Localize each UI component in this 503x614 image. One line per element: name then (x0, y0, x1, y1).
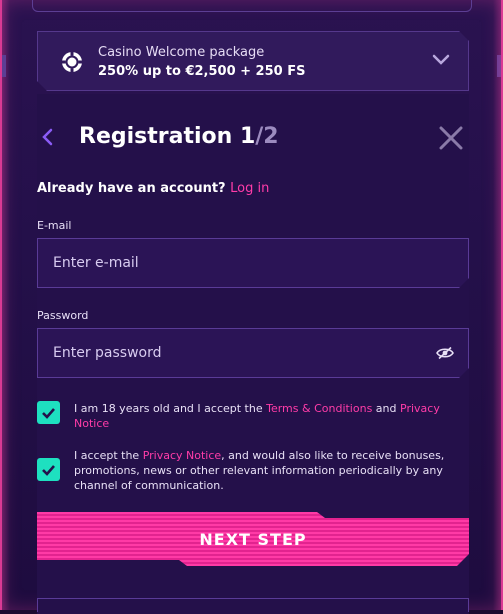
password-placeholder: Enter password (53, 345, 162, 361)
left-tick-decoration (2, 55, 6, 77)
login-prompt: Already have an account? Log in (37, 181, 270, 196)
checkmark-icon (42, 464, 55, 476)
casino-chip-icon (61, 51, 83, 73)
email-input[interactable]: Enter e-mail (37, 238, 469, 288)
page-title: Registration 1/2 (79, 124, 279, 149)
privacy-notice-link-2[interactable]: Privacy Notice (143, 449, 221, 462)
eye-slash-icon[interactable] (436, 346, 454, 360)
close-icon[interactable] (438, 125, 464, 151)
chevron-down-icon[interactable] (432, 54, 450, 66)
password-label: Password (37, 309, 89, 322)
login-link[interactable]: Log in (230, 181, 269, 196)
right-tick-decoration (497, 55, 501, 77)
top-notch-decoration (32, 0, 472, 12)
email-placeholder: Enter e-mail (53, 255, 139, 271)
next-step-button[interactable]: NEXT STEP (37, 512, 469, 566)
bonus-offer: 250% up to €2,500 + 250 FS (98, 64, 306, 79)
back-arrow-icon[interactable] (40, 126, 54, 148)
age-consent-checkbox[interactable] (37, 401, 60, 424)
marketing-consent-text: I accept the Privacy Notice, and would a… (74, 449, 445, 492)
password-input[interactable]: Enter password (37, 328, 469, 378)
bonus-subtitle: Casino Welcome package (98, 45, 265, 60)
age-consent-text: I am 18 years old and I accept the Terms… (74, 402, 440, 430)
welcome-bonus-dropdown[interactable]: Casino Welcome package 250% up to €2,500… (37, 31, 469, 91)
marketing-consent-checkbox[interactable] (37, 458, 60, 481)
email-label: E-mail (37, 219, 72, 232)
terms-link[interactable]: Terms & Conditions (266, 402, 372, 415)
checkmark-icon (42, 407, 55, 419)
